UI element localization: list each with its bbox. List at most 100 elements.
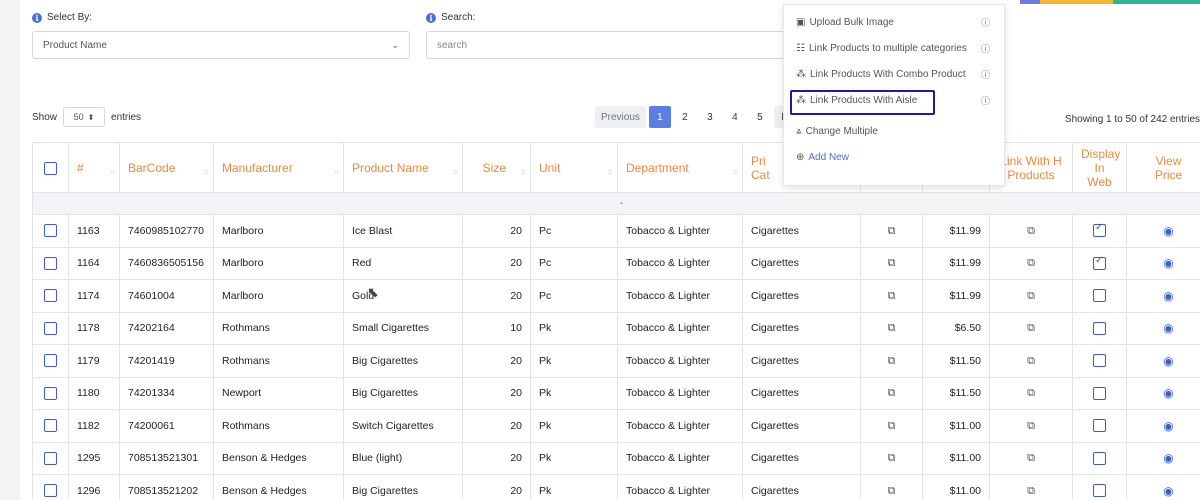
display-in-web-checkbox[interactable] — [1093, 451, 1106, 465]
col-manufacturer-header[interactable]: Manufacturer ↑↓ — [213, 142, 344, 193]
row-product-name: Big Cigarettes — [343, 376, 463, 410]
display-in-web-checkbox[interactable] — [1093, 222, 1106, 238]
external-link-icon[interactable]: ⧉ — [1027, 451, 1035, 464]
eye-icon[interactable]: ◉ — [1163, 484, 1173, 498]
display-in-web-checkbox[interactable] — [1093, 321, 1106, 335]
previous-button[interactable]: Previous — [595, 106, 646, 128]
page-2-button[interactable]: 2 — [674, 106, 696, 128]
row-checkbox[interactable] — [44, 451, 57, 465]
external-link-icon[interactable]: ⧉ — [1027, 386, 1035, 399]
table-row[interactable]: 1178 74202164 Rothmans Small Cigarettes 10 Pk… — [32, 311, 1200, 345]
table-row[interactable]: 1179 74201419 Rothmans Big Cigarettes 20 Pk To… — [32, 344, 1200, 378]
external-link-icon[interactable]: ⧉ — [888, 386, 896, 399]
row-checkbox[interactable] — [44, 484, 57, 498]
menu-item-label: Link Products With Aisle — [810, 95, 918, 106]
eye-icon[interactable]: ◉ — [1163, 419, 1173, 433]
external-link-icon[interactable]: ⧉ — [888, 484, 896, 497]
row-select-cell — [32, 214, 69, 248]
row-checkbox[interactable] — [44, 386, 57, 400]
eye-icon[interactable]: ◉ — [1163, 224, 1173, 238]
select-by-dropdown[interactable]: Product Name ⌄ — [32, 31, 410, 59]
pagination: Previous 1 2 3 4 5 N — [595, 106, 796, 128]
display-in-web-checkbox[interactable] — [1093, 386, 1106, 400]
table-row[interactable]: 1163 7460985102770 Marlboro Ice Blast 20 Pc To… — [32, 214, 1200, 248]
sort-icon: ↑↓ — [520, 167, 526, 176]
eye-icon[interactable]: ◉ — [1163, 451, 1173, 465]
display-in-web-checkbox[interactable] — [1093, 354, 1106, 368]
col-id-header[interactable]: # ↑↓ — [68, 142, 120, 193]
table-row[interactable]: 1182 74200061 Rothmans Switch Cigarettes 20 P… — [32, 409, 1200, 443]
help-icon[interactable]: ⓘ — [981, 68, 990, 81]
row-category: Cigarettes — [742, 344, 861, 378]
menu-upload-bulk-image[interactable]: ▣ Upload Bulk Image — [796, 17, 894, 28]
external-link-icon[interactable]: ⧉ — [1027, 354, 1035, 367]
eye-icon[interactable]: ◉ — [1163, 321, 1173, 335]
row-category: Cigarettes — [742, 474, 861, 500]
page-4-button[interactable]: 4 — [724, 106, 746, 128]
col-display-header[interactable]: Display In Web — [1072, 142, 1127, 193]
display-in-web-checkbox[interactable] — [1093, 484, 1106, 498]
table-row[interactable]: 1164 7460836505156 Marlboro Red 20 Pc Tobacco … — [32, 246, 1200, 280]
col-department-header[interactable]: Department ↑↓ — [617, 142, 743, 193]
row-checkbox[interactable] — [44, 354, 57, 368]
accent-bar-green[interactable] — [1113, 0, 1200, 4]
external-link-icon[interactable]: ⧉ — [1027, 419, 1035, 432]
col-product-label: Product Name — [352, 160, 429, 175]
select-all-checkbox[interactable] — [44, 161, 57, 175]
row-checkbox[interactable] — [44, 256, 57, 270]
row-checkbox[interactable] — [44, 321, 57, 335]
display-in-web-checkbox[interactable] — [1093, 255, 1106, 270]
menu-link-aisle[interactable]: ⁂ Link Products With Aisle — [796, 95, 917, 106]
external-link-icon[interactable]: ⧉ — [1027, 289, 1035, 302]
row-select-cell — [32, 246, 69, 280]
external-link-icon[interactable]: ⧉ — [888, 289, 896, 302]
menu-add-new[interactable]: ⊕ Add New — [796, 152, 849, 163]
row-link-h-cell: ⧉ — [989, 441, 1073, 475]
sort-icon: ↑↓ — [732, 167, 738, 176]
eye-icon[interactable]: ◉ — [1163, 256, 1173, 270]
table-row[interactable]: 1180 74201334 Newport Big Cigarettes 20 Pk Tob… — [32, 376, 1200, 410]
col-product-header[interactable]: Product Name ↑↓ — [343, 142, 463, 193]
menu-link-multiple-categories[interactable]: ☷ Link Products to multiple categories — [796, 43, 967, 54]
menu-link-combo-product[interactable]: ⁂ Link Products With Combo Product — [796, 69, 966, 80]
display-in-web-checkbox[interactable] — [1093, 419, 1106, 433]
eye-icon[interactable]: ◉ — [1163, 386, 1173, 400]
external-link-icon[interactable]: ⧉ — [888, 419, 896, 432]
external-link-icon[interactable]: ⧉ — [1027, 484, 1035, 497]
menu-change-multiple[interactable]: ⩓ Change Multiple — [796, 126, 878, 137]
external-link-icon[interactable]: ⧉ — [888, 451, 896, 464]
row-checkbox[interactable] — [44, 289, 57, 303]
entries-select[interactable]: 50 ⬍ — [63, 107, 106, 127]
external-link-icon[interactable]: ⧉ — [888, 321, 896, 334]
search-input[interactable]: search — [426, 31, 786, 59]
col-barcode-header[interactable]: BarCode ↑↓ — [119, 142, 214, 193]
external-link-icon[interactable]: ⧉ — [888, 354, 896, 367]
table-row[interactable]: 1295 708513521301 Benson & Hedges Blue (lig… — [32, 441, 1200, 475]
external-link-icon[interactable]: ⧉ — [888, 224, 896, 237]
row-checkbox[interactable] — [44, 419, 57, 433]
col-unit-header[interactable]: Unit ↑↓ — [530, 142, 618, 193]
page-5-button[interactable]: 5 — [749, 106, 771, 128]
external-link-icon[interactable]: ⧉ — [1027, 321, 1035, 334]
external-link-icon[interactable]: ⧉ — [1027, 224, 1035, 237]
accent-bar-amber[interactable] — [1040, 0, 1113, 4]
help-icon[interactable]: ⓘ — [981, 16, 990, 29]
help-icon[interactable]: ⓘ — [981, 42, 990, 55]
row-checkbox[interactable] — [44, 224, 57, 238]
display-in-web-checkbox[interactable] — [1093, 289, 1106, 303]
eye-icon[interactable]: ◉ — [1163, 289, 1173, 303]
external-link-icon[interactable]: ⧉ — [888, 256, 896, 269]
table-row[interactable]: 1174 74601004 Marlboro Gold 20 Pc Tobacco & Li… — [32, 279, 1200, 313]
help-icon[interactable]: ⓘ — [981, 94, 990, 107]
table-row[interactable]: 1296 708513521202 Benson & Hedges Big Cigar… — [32, 474, 1200, 500]
external-link-icon[interactable]: ⧉ — [1027, 256, 1035, 269]
page-3-button[interactable]: 3 — [699, 106, 721, 128]
row-id: 1179 — [68, 344, 120, 378]
row-barcode: 74201419 — [119, 344, 214, 378]
accent-bar-indigo[interactable] — [1020, 0, 1040, 4]
eye-icon[interactable]: ◉ — [1163, 354, 1173, 368]
col-view-header[interactable]: View Price — [1126, 142, 1200, 193]
page-1-button[interactable]: 1 — [648, 106, 671, 128]
col-size-header[interactable]: Size ↑↓ — [462, 142, 531, 193]
row-id: 1180 — [68, 376, 120, 410]
